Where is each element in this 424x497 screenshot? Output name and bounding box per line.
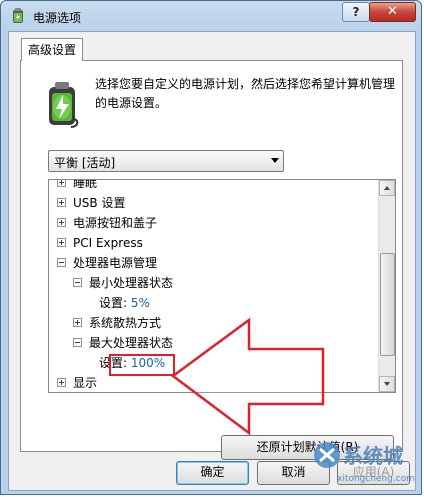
- expand-plus-icon[interactable]: [57, 180, 66, 187]
- tree-item[interactable]: PCI Express: [57, 233, 143, 253]
- expand-plus-icon[interactable]: [57, 218, 66, 227]
- scroll-thumb[interactable]: [380, 253, 395, 356]
- tree-item-label: 最小处理器状态: [89, 276, 174, 290]
- tab-panel: 选择您要自定义的电源计划，然后选择您希望计算机管理的电源设置。 平衡 [活动] …: [20, 60, 403, 460]
- power-options-dialog: 电源选项 ? ✕ 高级设置 选择您要自定义的电源计划，然后选择您希望计算机管理的…: [0, 0, 422, 495]
- arrow-up-icon: [384, 186, 390, 190]
- battery-power-icon: [49, 82, 79, 128]
- collapse-minus-icon[interactable]: [73, 278, 82, 287]
- tab-advanced-settings[interactable]: 高级设置: [21, 38, 83, 61]
- window-title: 电源选项: [33, 11, 82, 25]
- power-settings-tree: 睡眠 USB 设置电源按钮和盖子 PCI Express 处理器电源管理最小处理器状态…: [48, 179, 396, 393]
- setting-value-link[interactable]: 5%: [131, 296, 150, 310]
- tree-item-label: 最大处理器状态: [89, 336, 174, 350]
- tree-item-label: 系统散热方式: [89, 316, 162, 330]
- ok-button[interactable]: 确定: [176, 461, 249, 485]
- expand-plus-icon[interactable]: [57, 238, 66, 247]
- tree-item[interactable]: 显示: [57, 373, 98, 392]
- collapse-minus-icon[interactable]: [57, 258, 66, 267]
- power-plan-value: 平衡 [活动]: [54, 156, 116, 170]
- arrow-down-icon: [384, 382, 390, 386]
- apply-button[interactable]: 应用(A): [337, 461, 410, 485]
- tree-item[interactable]: 电源按钮和盖子: [57, 213, 157, 233]
- scroll-up-button[interactable]: [379, 180, 395, 196]
- tree-item[interactable]: 设置: 100%: [99, 353, 165, 373]
- scroll-down-button[interactable]: [379, 376, 395, 392]
- tree-item[interactable]: 睡眠: [57, 179, 98, 193]
- title-bar: 电源选项 ? ✕: [1, 1, 421, 31]
- description-text: 选择您要自定义的电源计划，然后选择您希望计算机管理的电源设置。: [95, 77, 396, 110]
- close-button[interactable]: ✕: [369, 2, 416, 22]
- tree-item-label: 处理器电源管理: [73, 256, 158, 270]
- chevron-down-icon: [271, 158, 279, 163]
- tree-item-label: 睡眠: [73, 179, 98, 190]
- tree-item[interactable]: 处理器电源管理: [57, 253, 157, 273]
- expand-plus-icon[interactable]: [57, 198, 66, 207]
- tree-item[interactable]: 最小处理器状态: [73, 273, 173, 293]
- setting-value-link[interactable]: 100%: [131, 356, 165, 370]
- collapse-minus-icon[interactable]: [73, 338, 82, 347]
- dialog-body: 高级设置 选择您要自定义的电源计划，然后选择您希望计算机管理的电源设置。 平衡 …: [8, 31, 416, 491]
- tree-item-label: USB 设置: [73, 196, 126, 210]
- tree-item-label: PCI Express: [73, 236, 143, 250]
- tree-item[interactable]: USB 设置: [57, 193, 125, 213]
- expand-plus-icon[interactable]: [73, 318, 82, 327]
- tree-item-label: 显示: [73, 376, 98, 390]
- help-button[interactable]: ?: [342, 2, 370, 22]
- tree-item[interactable]: 最大处理器状态: [73, 333, 173, 353]
- tree-item[interactable]: 设置: 5%: [99, 293, 150, 313]
- power-plan-dropdown[interactable]: 平衡 [活动]: [48, 150, 284, 172]
- cancel-button[interactable]: 取消: [257, 461, 330, 485]
- restore-defaults-button[interactable]: 还原计划默认值(R): [221, 435, 394, 460]
- power-options-icon: [13, 8, 23, 23]
- tree-scrollbar[interactable]: [378, 180, 395, 392]
- tree-item[interactable]: 系统散热方式: [73, 313, 161, 333]
- tree-item-label: 电源按钮和盖子: [73, 216, 158, 230]
- tree-item-label: 设置:: [99, 296, 131, 310]
- expand-plus-icon[interactable]: [57, 378, 66, 387]
- tree-item-label: 设置:: [99, 356, 131, 370]
